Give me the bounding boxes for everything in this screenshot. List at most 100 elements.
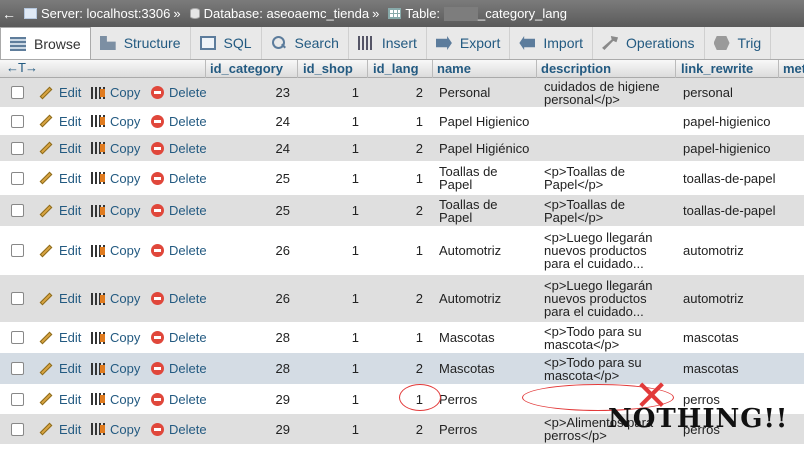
row-checkbox[interactable] [11, 86, 24, 99]
row-checkbox[interactable] [11, 362, 24, 375]
cell-id-category[interactable]: 28 [210, 323, 290, 352]
cell-id-category[interactable]: 24 [210, 108, 290, 134]
cell-id-category[interactable]: 28 [210, 353, 290, 384]
breadcrumb-database[interactable]: Database: aseoaemc_tienda [204, 6, 370, 21]
column-header-id-category[interactable]: id_category [210, 61, 283, 76]
row-checkbox[interactable] [11, 171, 24, 185]
cell-name[interactable]: Papel Higiénico [439, 135, 531, 161]
cell-description[interactable] [544, 108, 674, 134]
cell-id-shop[interactable]: 1 [303, 323, 359, 352]
row-checkbox[interactable] [11, 392, 24, 406]
tab-search[interactable]: Search [262, 27, 349, 59]
cell-id-lang[interactable]: 2 [373, 353, 423, 384]
delete-link[interactable]: Delete [151, 422, 207, 437]
row-checkbox[interactable] [11, 114, 24, 128]
cell-link-rewrite[interactable]: papel-higienico [683, 135, 778, 161]
edit-link[interactable]: Edit [39, 243, 81, 258]
tab-import[interactable]: Import [510, 27, 594, 59]
cell-description[interactable]: <p>Todo para su mascota</p> [544, 323, 674, 352]
cell-id-shop[interactable]: 1 [303, 353, 359, 384]
delete-link[interactable]: Delete [151, 361, 207, 376]
cell-link-rewrite[interactable]: toallas-de-papel [683, 162, 778, 194]
cell-name[interactable]: Toallas de Papel [439, 195, 531, 226]
table-row[interactable]: Edit Copy Delete 29 1 2 Perros <p>Alimentos par… [0, 414, 804, 445]
table-row[interactable]: Edit Copy Delete 26 1 2 Automotriz <p>Luego lle… [0, 275, 804, 323]
cell-link-rewrite[interactable]: mascotas [683, 323, 778, 352]
cell-link-rewrite[interactable]: mascotas [683, 353, 778, 384]
cell-id-lang[interactable]: 2 [373, 275, 423, 322]
cell-id-shop[interactable]: 1 [303, 78, 359, 107]
table-row[interactable]: Edit Copy Delete 28 1 2 Mascotas <p>Todo para s… [0, 353, 804, 385]
table-row[interactable]: Edit Copy Delete 25 1 1 Toallas de Papel <p>Toa… [0, 162, 804, 195]
cell-name[interactable]: Personal [439, 78, 531, 107]
row-checkbox[interactable] [11, 244, 24, 257]
table-row[interactable]: Edit Copy Delete 24 1 2 Papel Higiénico papel-h… [0, 135, 804, 162]
copy-link[interactable]: Copy [91, 114, 140, 129]
cell-id-lang[interactable]: 1 [373, 323, 423, 352]
delete-link[interactable]: Delete [151, 114, 207, 129]
table-row[interactable]: Edit Copy Delete 29 1 1 Perros perros [0, 385, 804, 414]
cell-id-shop[interactable]: 1 [303, 108, 359, 134]
row-checkbox[interactable] [11, 204, 24, 217]
delete-link[interactable]: Delete [151, 85, 207, 100]
edit-link[interactable]: Edit [39, 330, 81, 345]
cell-link-rewrite[interactable]: automotriz [683, 275, 778, 322]
delete-link[interactable]: Delete [151, 203, 207, 218]
edit-link[interactable]: Edit [39, 171, 81, 186]
edit-link[interactable]: Edit [39, 141, 81, 156]
cell-description[interactable] [544, 135, 674, 161]
table-row[interactable]: Edit Copy Delete 26 1 1 Automotriz <p>Luego lle… [0, 227, 804, 275]
copy-link[interactable]: Copy [91, 243, 140, 258]
cell-id-category[interactable]: 23 [210, 78, 290, 107]
delete-link[interactable]: Delete [151, 243, 207, 258]
edit-link[interactable]: Edit [39, 361, 81, 376]
row-checkbox[interactable] [11, 331, 24, 344]
delete-link[interactable]: Delete [151, 392, 207, 407]
delete-link[interactable]: Delete [151, 330, 207, 345]
tab-triggers[interactable]: Trig [705, 27, 772, 59]
copy-link[interactable]: Copy [91, 291, 140, 306]
column-header-id-shop[interactable]: id_shop [303, 61, 353, 76]
back-arrow-icon[interactable]: ← [0, 6, 18, 22]
cell-id-lang[interactable]: 2 [373, 135, 423, 161]
row-checkbox[interactable] [11, 422, 24, 436]
cell-id-category[interactable]: 25 [210, 195, 290, 226]
column-header-description[interactable]: description [541, 61, 611, 76]
cell-id-lang[interactable]: 2 [373, 195, 423, 226]
cell-name[interactable]: Mascotas [439, 323, 531, 352]
cell-description[interactable]: <p>Luego llegarán nuevos productos para … [544, 275, 674, 322]
cell-id-category[interactable]: 24 [210, 135, 290, 161]
cell-id-lang[interactable]: 2 [373, 414, 423, 444]
cell-id-shop[interactable]: 1 [303, 227, 359, 274]
cell-id-shop[interactable]: 1 [303, 385, 359, 413]
tab-sql[interactable]: SQL [191, 27, 262, 59]
edit-link[interactable]: Edit [39, 392, 81, 407]
copy-link[interactable]: Copy [91, 330, 140, 345]
cell-description[interactable]: <p>Todo para su mascota</p> [544, 353, 674, 384]
cell-description[interactable]: cuidados de higiene personal</p> [544, 78, 674, 107]
delete-link[interactable]: Delete [151, 291, 207, 306]
copy-link[interactable]: Copy [91, 141, 140, 156]
column-header-met[interactable]: met [783, 61, 804, 76]
tab-browse[interactable]: Browse [0, 27, 91, 59]
cell-description[interactable]: <p>Toallas de Papel</p> [544, 162, 674, 194]
breadcrumb-table[interactable]: _category_lang [478, 6, 567, 21]
cell-description[interactable] [544, 385, 674, 413]
table-row[interactable]: Edit Copy Delete 28 1 1 Mascotas <p>Todo para s… [0, 323, 804, 353]
cell-link-rewrite[interactable]: automotriz [683, 227, 778, 274]
cell-id-lang[interactable]: 2 [373, 78, 423, 107]
column-arrows-icon[interactable]: ←T→ [6, 60, 38, 75]
tab-export[interactable]: Export [427, 27, 511, 59]
copy-link[interactable]: Copy [91, 392, 140, 407]
cell-name[interactable]: Toallas de Papel [439, 162, 531, 194]
column-header-id-lang[interactable]: id_lang [373, 61, 419, 76]
cell-id-shop[interactable]: 1 [303, 414, 359, 444]
breadcrumb-table-prefix[interactable]: Table: [405, 6, 440, 21]
cell-id-shop[interactable]: 1 [303, 135, 359, 161]
row-checkbox[interactable] [11, 292, 24, 305]
cell-link-rewrite[interactable]: toallas-de-papel [683, 195, 778, 226]
cell-link-rewrite[interactable]: personal [683, 78, 778, 107]
copy-link[interactable]: Copy [91, 203, 140, 218]
edit-link[interactable]: Edit [39, 114, 81, 129]
cell-id-category[interactable]: 29 [210, 414, 290, 444]
